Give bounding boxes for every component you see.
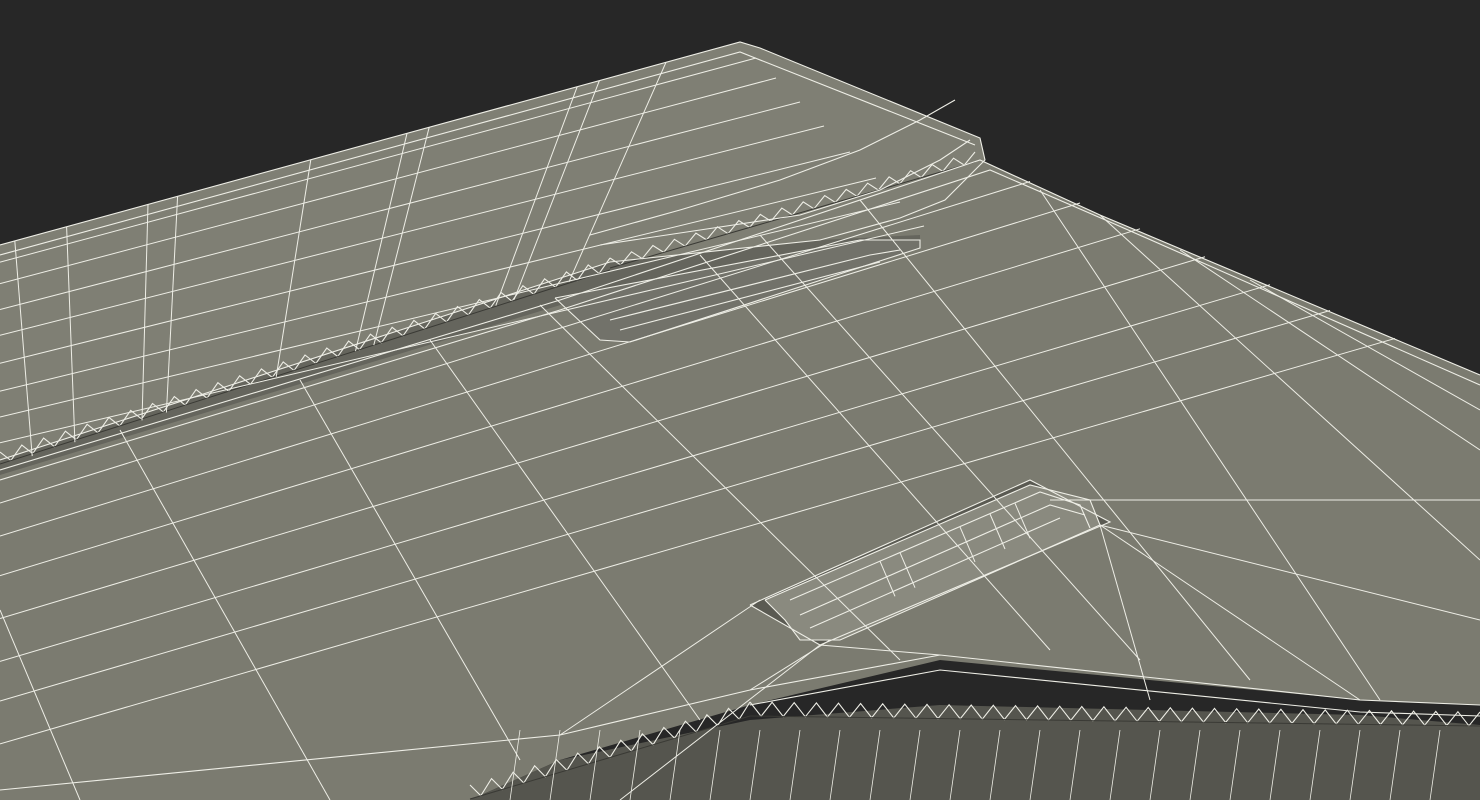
render-viewport — [0, 0, 1480, 800]
wireframe-model — [0, 0, 1480, 800]
